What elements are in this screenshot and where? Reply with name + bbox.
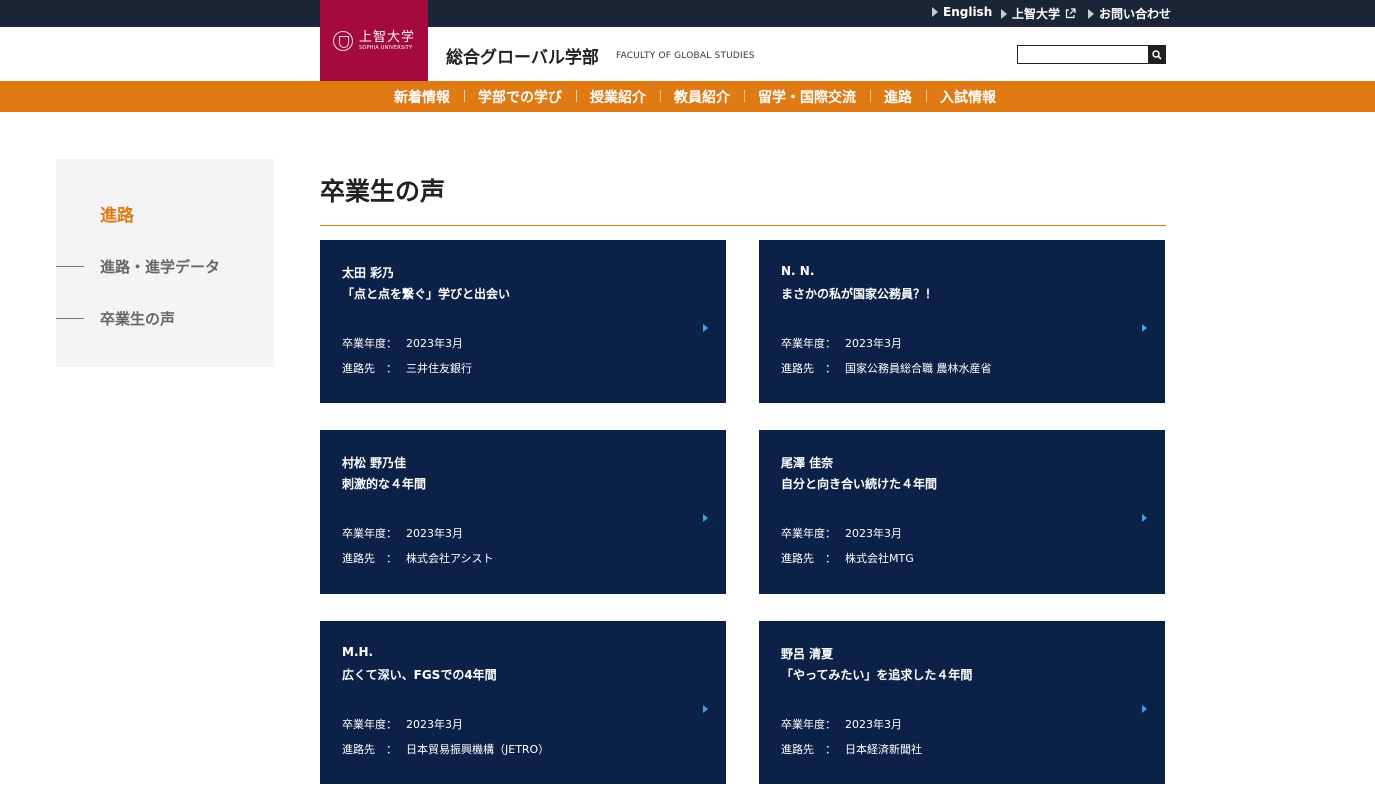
title-divider (320, 225, 1166, 226)
graduation-year-label: 卒業年度： (342, 527, 397, 540)
alumni-card[interactable]: M.H. 広くて深い、FGSでの4年間 卒業年度： 2023年3月 進路先 ： 日本… (320, 621, 726, 784)
alumni-name: N. N. (781, 264, 815, 278)
nav-item-news[interactable]: 新着情報 (380, 87, 464, 107)
alumni-name: 尾澤 佳奈 (781, 456, 834, 470)
alumni-name: 村松 野乃佳 (342, 456, 407, 470)
destination-label: 進路先 ： (781, 362, 836, 375)
alumni-headline: 広くて深い、FGSでの4年間 (342, 668, 497, 682)
chevron-right-icon (1142, 514, 1147, 522)
triangle-right-icon (1088, 8, 1094, 19)
faculty-name-jp[interactable]: 総合グローバル学部 (446, 43, 599, 68)
alumni-headline: 刺激的な４年間 (342, 477, 427, 491)
destination: 日本貿易振興機構（JETRO） (406, 743, 550, 756)
chevron-right-icon (1142, 324, 1147, 332)
english-link-label: English (943, 5, 993, 19)
graduation-year: 2023年3月 (406, 718, 463, 731)
nav-item-faculty[interactable]: 教員紹介 (660, 87, 744, 107)
alumni-card[interactable]: 尾澤 佳奈 自分と向き合い続けた４年間 卒業年度： 2023年3月 進路先 ： 株式… (759, 430, 1165, 594)
faculty-name-en: FACULTY OF GLOBAL STUDIES (616, 51, 755, 61)
contact-link-label: お問い合わせ (1099, 7, 1172, 21)
graduation-year: 2023年3月 (845, 718, 902, 731)
chevron-right-icon (703, 705, 708, 713)
utility-bar: English 上智大学 お問い合わせ (0, 0, 1375, 27)
destination-label: 進路先 ： (342, 552, 397, 565)
alumni-card[interactable]: 村松 野乃佳 刺激的な４年間 卒業年度： 2023年3月 進路先 ： 株式会社アシス… (320, 430, 726, 594)
destination: 三井住友銀行 (406, 362, 472, 375)
sophia-logo[interactable]: 上智大学 SOPHIA UNIVERSITY (320, 0, 428, 81)
external-link-icon (1065, 8, 1076, 19)
destination: 日本経済新聞社 (845, 743, 922, 756)
logo-text-en: SOPHIA UNIVERSITY (358, 44, 413, 51)
nav-item-admissions[interactable]: 入試情報 (926, 87, 1010, 107)
destination-label: 進路先 ： (781, 552, 836, 565)
triangle-right-icon (932, 7, 938, 17)
destination: 株式会社MTG (845, 552, 914, 565)
chevron-right-icon (1142, 705, 1147, 713)
sidebar-title[interactable]: 進路 (100, 201, 134, 226)
destination: 国家公務員総合職 農林水産省 (845, 362, 992, 375)
university-emblem-icon (332, 30, 353, 51)
alumni-headline: 「点と点を繋ぐ」学びと出会い (342, 287, 511, 301)
logo-text-jp: 上智大学 (358, 29, 415, 45)
destination-label: 進路先 ： (342, 362, 397, 375)
graduation-year-label: 卒業年度： (781, 527, 836, 540)
sidebar-item-alumni-voices[interactable]: 卒業生の声 (56, 308, 175, 329)
graduation-year: 2023年3月 (406, 337, 463, 350)
english-link[interactable]: English (932, 5, 992, 19)
global-nav: 新着情報 学部での学び 授業紹介 教員紹介 留学・国際交流 進路 入試情報 (0, 81, 1375, 112)
alumni-card[interactable]: 野呂 清夏 「やってみたい」を追求した４年間 卒業年度： 2023年3月 進路先 … (759, 621, 1165, 784)
sophia-university-link[interactable]: 上智大学 (1001, 5, 1076, 22)
graduation-year: 2023年3月 (845, 527, 902, 540)
triangle-right-icon (1001, 8, 1007, 19)
page-title: 卒業生の声 (320, 177, 446, 206)
sophia-university-link-label: 上智大学 (1012, 7, 1061, 21)
chevron-right-icon (703, 324, 708, 332)
sidebar-item-label: 進路・進学データ (100, 258, 221, 276)
graduation-year-label: 卒業年度： (781, 337, 836, 350)
sidebar-item-label: 卒業生の声 (100, 310, 176, 328)
alumni-card[interactable]: 太田 彩乃 「点と点を繋ぐ」学びと出会い 卒業年度： 2023年3月 進路先 ： 三… (320, 240, 726, 403)
alumni-headline: まさかの私が国家公務員？！ (781, 287, 938, 301)
search-button[interactable] (1148, 45, 1166, 64)
nav-item-study-abroad[interactable]: 留学・国際交流 (744, 87, 870, 107)
graduation-year-label: 卒業年度： (342, 718, 397, 731)
search-input[interactable] (1017, 45, 1149, 64)
alumni-headline: 「やってみたい」を追求した４年間 (781, 668, 973, 682)
graduation-year-label: 卒業年度： (342, 337, 397, 350)
sidebar-item-career-data[interactable]: 進路・進学データ (56, 256, 220, 277)
alumni-name: 野呂 清夏 (781, 647, 834, 661)
graduation-year: 2023年3月 (406, 527, 463, 540)
alumni-name: 太田 彩乃 (342, 266, 395, 280)
nav-item-career[interactable]: 進路 (870, 87, 926, 107)
nav-item-learning[interactable]: 学部での学び (464, 87, 576, 107)
search-icon (1152, 49, 1162, 60)
graduation-year: 2023年3月 (845, 337, 902, 350)
contact-link[interactable]: お問い合わせ (1088, 5, 1171, 22)
alumni-headline: 自分と向き合い続けた４年間 (781, 477, 938, 491)
destination-label: 進路先 ： (781, 743, 836, 756)
alumni-name: M.H. (342, 645, 374, 659)
site-header: 総合グローバル学部 FACULTY OF GLOBAL STUDIES (0, 27, 1375, 81)
dash-icon (56, 318, 84, 319)
nav-item-courses[interactable]: 授業紹介 (576, 87, 660, 107)
dash-icon (56, 266, 84, 267)
sidebar: 進路 進路・進学データ 卒業生の声 (56, 159, 274, 367)
graduation-year-label: 卒業年度： (781, 718, 836, 731)
chevron-right-icon (703, 514, 708, 522)
alumni-card[interactable]: N. N. まさかの私が国家公務員？！ 卒業年度： 2023年3月 進路先 ： 国家… (759, 240, 1165, 403)
destination: 株式会社アシスト (406, 552, 494, 565)
destination-label: 進路先 ： (342, 743, 397, 756)
